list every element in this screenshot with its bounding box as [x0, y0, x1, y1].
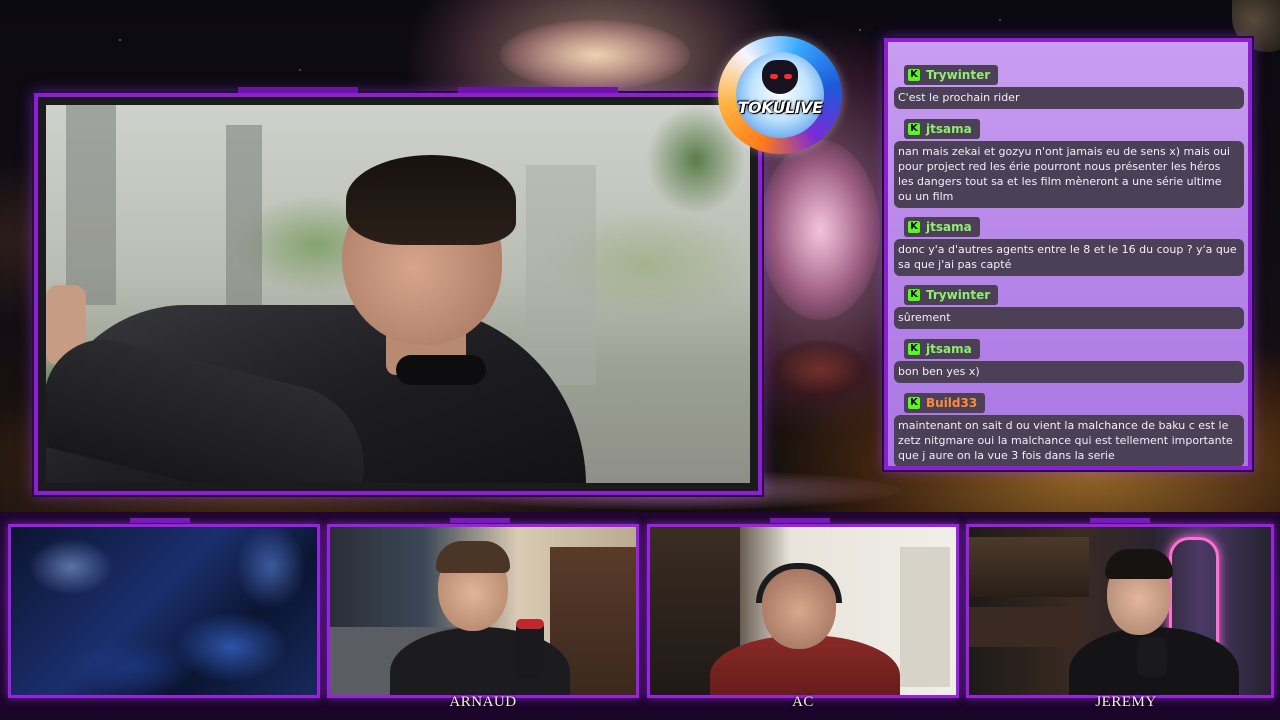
cam-shelf [969, 537, 1089, 597]
chat-message: K jtsama donc y'a d'autres agents entre … [894, 214, 1244, 276]
frame-notch [238, 87, 358, 93]
chat-message-text: nan mais zekai et gozyu n'ont jamais eu … [894, 141, 1244, 208]
chat-message: K Trywinter sûrement [894, 282, 1244, 329]
webcam-label-jeremy: JEREMY [1095, 694, 1157, 710]
kick-icon: K [908, 397, 920, 409]
blossom-ground [770, 340, 870, 400]
scene-stone [526, 165, 596, 385]
frame-notch [450, 518, 510, 523]
frame-notch [770, 518, 830, 523]
chat-message: K Trywinter C'est le prochain rider [894, 62, 1244, 109]
chat-username: jtsama [926, 122, 972, 136]
person-hair [346, 155, 516, 245]
webcam-frame-1 [8, 524, 320, 698]
webcam-label-arnaud: ARNAUD [449, 694, 517, 710]
chat-message-text: donc y'a d'autres agents entre le 8 et l… [894, 239, 1244, 276]
cam-shelf [969, 607, 1079, 647]
kick-icon: K [908, 289, 920, 301]
eye-icon [784, 74, 792, 79]
chat-message: K Build33 maintenant on sait d ou vient … [894, 390, 1244, 466]
frame-notch [458, 87, 618, 93]
chat-username-badge: K Trywinter [904, 285, 999, 305]
cam-door [900, 547, 950, 687]
chat-username-badge: K Trywinter [904, 65, 999, 85]
kick-icon: K [908, 343, 920, 355]
chat-username-badge: K jtsama [904, 217, 980, 237]
webcam-frame-ac [647, 524, 959, 698]
main-video [46, 105, 750, 483]
kick-icon: K [908, 221, 920, 233]
chat-username-badge: K Build33 [904, 393, 986, 413]
chat-username: Build33 [926, 396, 978, 410]
chat-username: Trywinter [926, 288, 991, 302]
scene-stone [226, 125, 262, 305]
person-collar [396, 355, 486, 385]
mask-icon [762, 60, 798, 94]
chat-message-text: maintenant on sait d ou vient la malchan… [894, 415, 1244, 466]
chat-message: K jtsama nan mais zekai et gozyu n'ont j… [894, 116, 1244, 208]
chat-panel: K Trywinter C'est le prochain rider K jt… [884, 38, 1252, 470]
blossom-top [500, 20, 690, 90]
chat-message-text: bon ben yes x) [894, 361, 1244, 383]
scene-stone [66, 105, 116, 305]
chat-username-badge: K jtsama [904, 119, 980, 139]
kick-icon: K [908, 123, 920, 135]
webcam-frame-jeremy [966, 524, 1274, 698]
eye-icon [770, 74, 778, 79]
frame-notch [1090, 518, 1150, 523]
microphone-icon [1137, 637, 1167, 677]
channel-logo: TOKULIVE [718, 36, 842, 154]
cam-person-hair [1105, 549, 1173, 579]
webcam-label-ac: AC [792, 694, 814, 710]
chat-username: Trywinter [926, 68, 991, 82]
cam-placeholder-art [11, 527, 317, 695]
webcam-frame-arnaud [327, 524, 639, 698]
mic-light [516, 619, 544, 629]
chat-message: K jtsama bon ben yes x) [894, 336, 1244, 383]
blossom-right [760, 140, 880, 320]
kick-icon: K [908, 69, 920, 81]
frame-notch [130, 518, 190, 523]
chat-username-badge: K jtsama [904, 339, 980, 359]
chat-message-text: C'est le prochain rider [894, 87, 1244, 109]
chat-message-text: sûrement [894, 307, 1244, 329]
chat-username: jtsama [926, 220, 972, 234]
logo-text: TOKULIVE [737, 98, 823, 117]
cam-person-hair [436, 541, 510, 573]
chat-username: jtsama [926, 342, 972, 356]
main-video-frame [34, 87, 762, 495]
